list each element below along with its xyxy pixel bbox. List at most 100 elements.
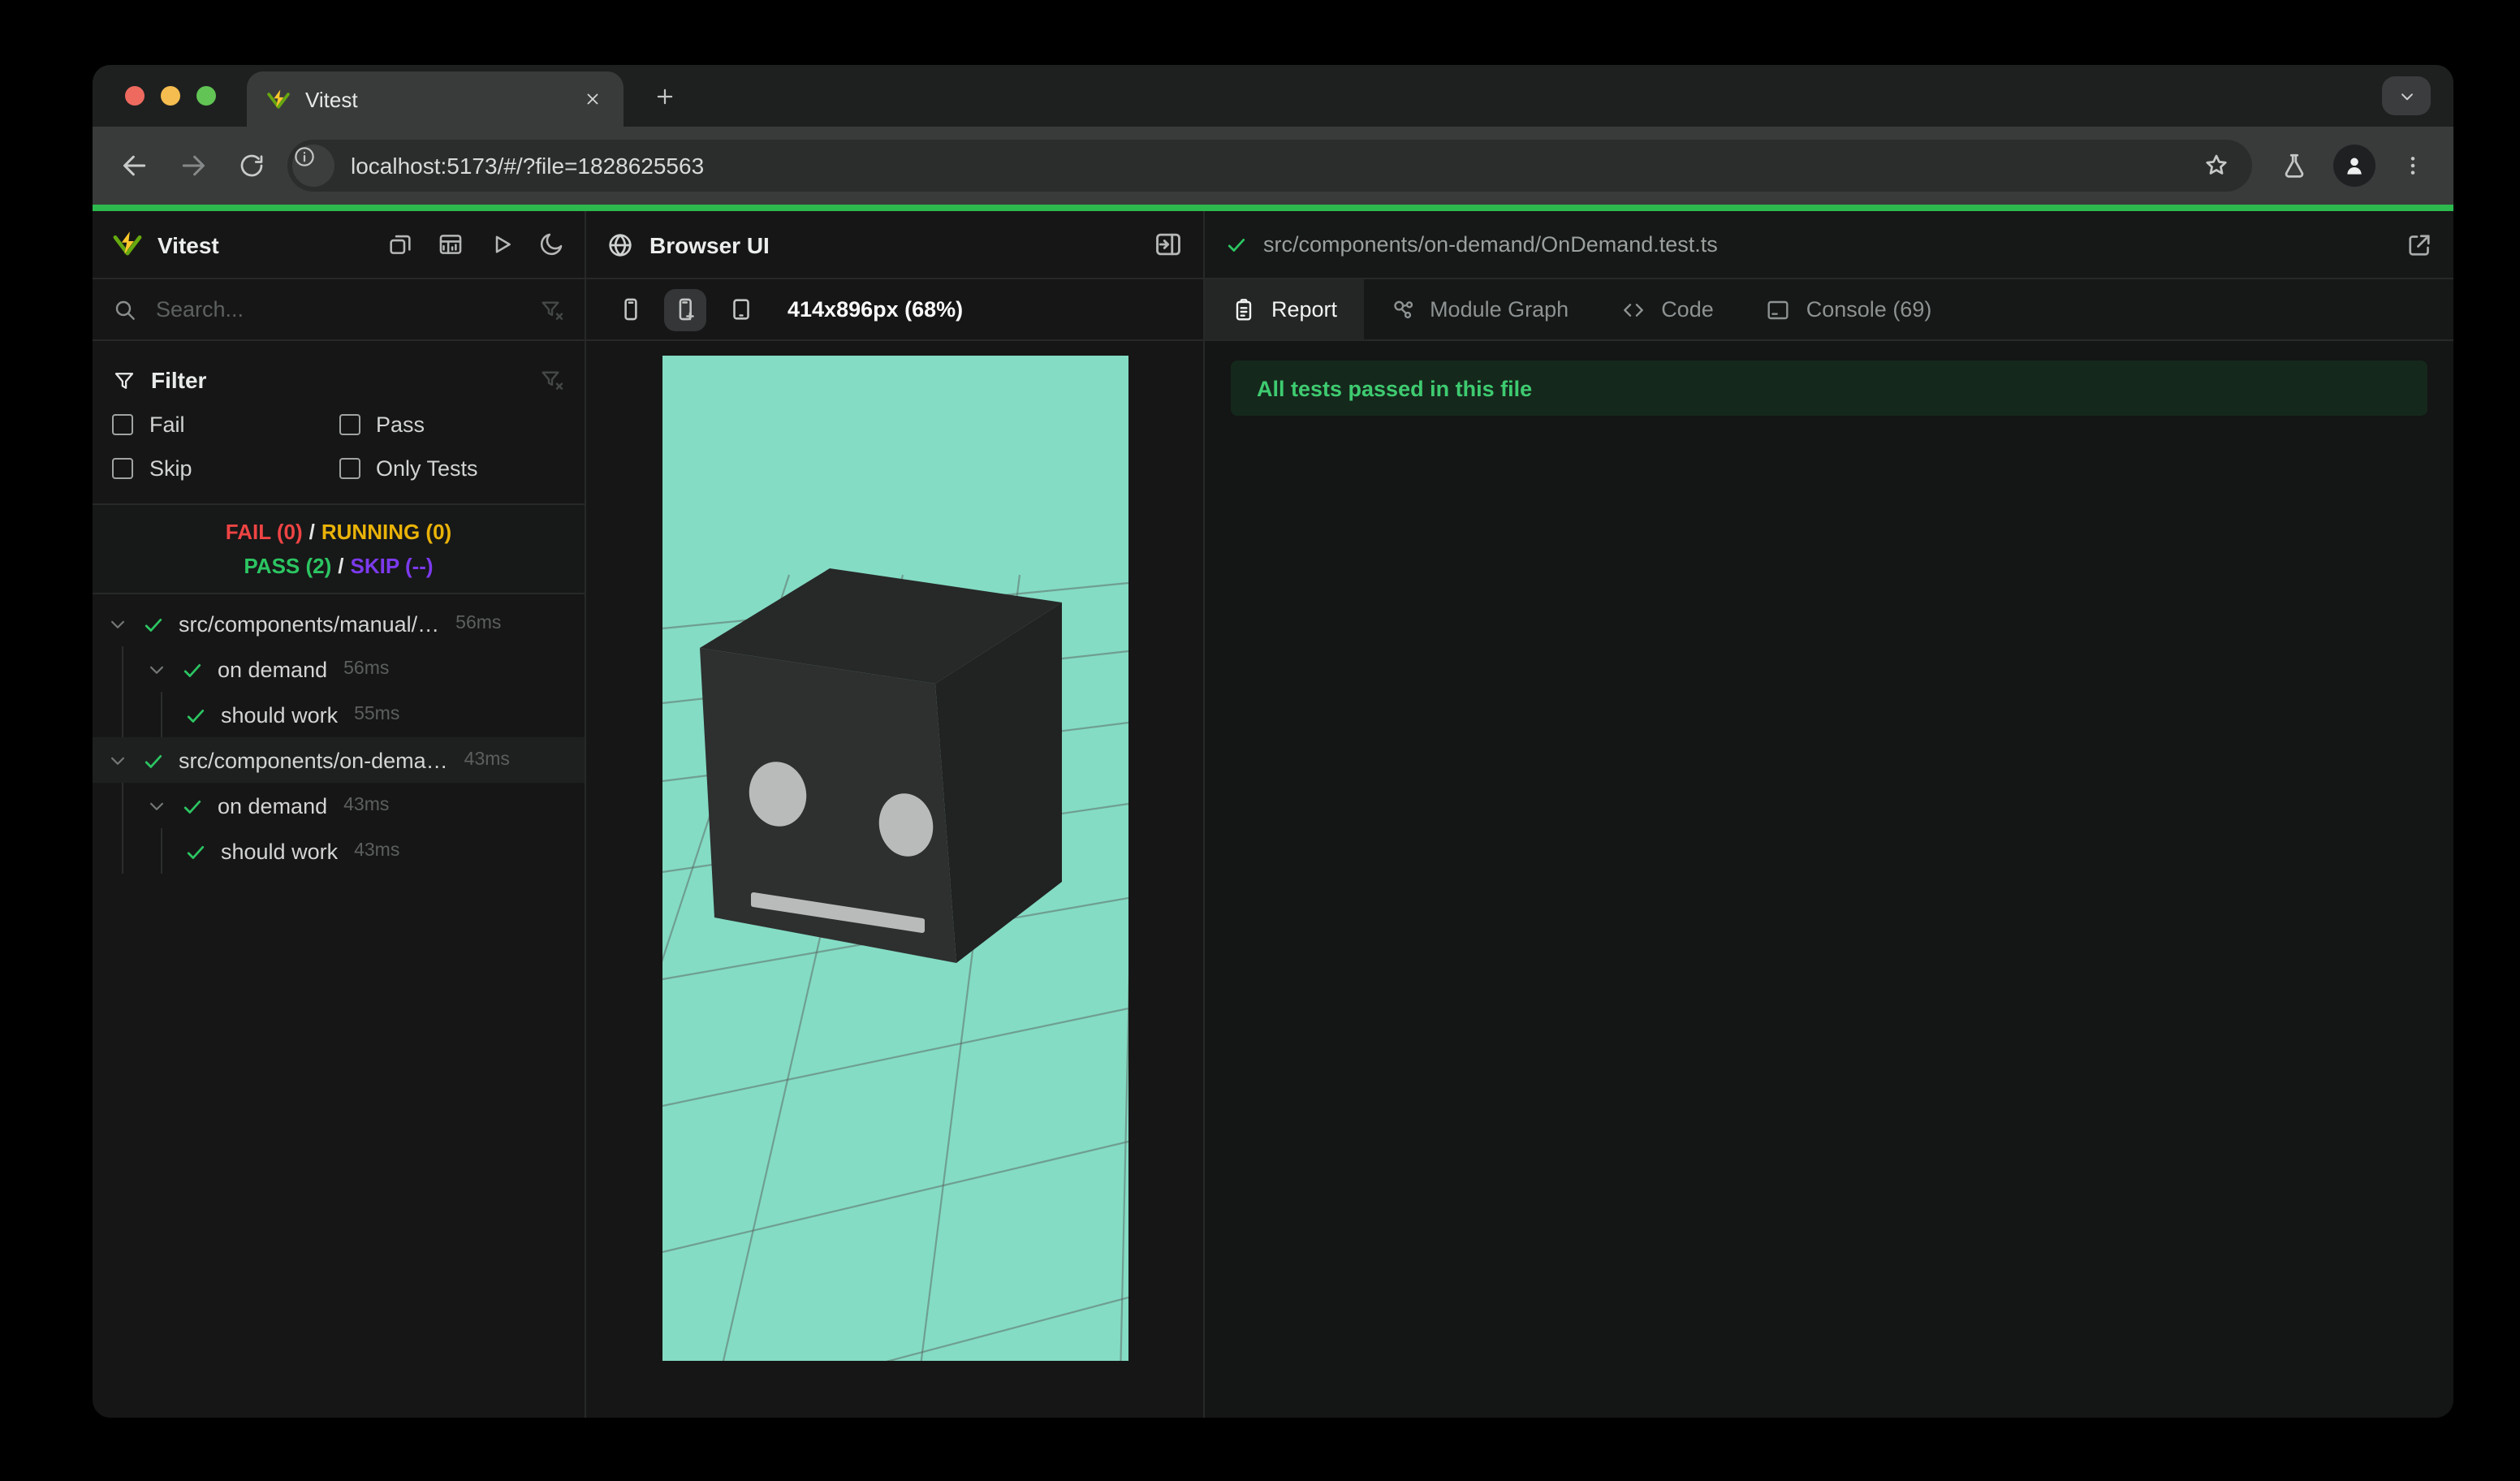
console-icon bbox=[1768, 300, 1789, 319]
search-icon bbox=[115, 300, 135, 319]
browser-panel-title: Browser UI bbox=[649, 231, 770, 257]
test-name: on demand bbox=[218, 793, 328, 818]
skip-count[interactable]: SKIP (--) bbox=[351, 554, 434, 578]
new-tab-button[interactable] bbox=[646, 78, 682, 114]
tab-search-button[interactable] bbox=[2382, 76, 2431, 115]
sidebar: Vitest Search... Filter Fail Pass Skip O… bbox=[93, 211, 586, 1418]
search-row bbox=[93, 279, 585, 341]
filter-option-label: Fail bbox=[149, 412, 185, 437]
chevron-down-icon bbox=[111, 620, 124, 628]
dashboard-icon[interactable] bbox=[435, 230, 464, 259]
url-input[interactable] bbox=[347, 151, 2187, 180]
checkbox bbox=[112, 414, 133, 435]
vitest-logo-icon bbox=[113, 231, 142, 256]
app-title: Vitest bbox=[158, 231, 219, 257]
moon-icon[interactable] bbox=[536, 230, 565, 259]
tab-label: Module Graph bbox=[1430, 297, 1569, 322]
screenshot-stage: Vitest localhost:5173/#/?file=1828625563… bbox=[0, 0, 2520, 1481]
report-tab-bar: Report Module Graph Code Console (69) bbox=[1205, 279, 2453, 341]
test-name: should work bbox=[221, 839, 339, 863]
filter-option-skip[interactable]: Skip bbox=[112, 456, 339, 481]
filter-option-fail[interactable]: Fail bbox=[112, 412, 339, 437]
device-button-smartphone-icon[interactable] bbox=[609, 288, 651, 330]
back-button[interactable] bbox=[115, 146, 154, 185]
site-info-icon[interactable] bbox=[292, 145, 334, 187]
summary-separator: / bbox=[338, 554, 344, 578]
filter-option-label: Skip bbox=[149, 456, 192, 481]
omnibox[interactable] bbox=[287, 140, 2252, 192]
window-controls bbox=[125, 86, 216, 106]
clear-filter-icon[interactable] bbox=[539, 367, 565, 393]
test-name: should work bbox=[221, 702, 339, 727]
browser-menu-icon[interactable] bbox=[2398, 151, 2427, 180]
zoom-window-button[interactable] bbox=[196, 86, 216, 106]
tab-label: Console (69) bbox=[1806, 297, 1932, 322]
summary-line-1: FAIL (0) / RUNNING (0) bbox=[93, 515, 585, 549]
browser-tab[interactable]: Vitest bbox=[247, 71, 624, 127]
external-link-icon[interactable] bbox=[2403, 229, 2434, 260]
running-count[interactable]: RUNNING (0) bbox=[321, 520, 451, 544]
filter-option-only-tests[interactable]: Only Tests bbox=[339, 456, 565, 481]
viewport-area bbox=[586, 341, 1203, 1418]
device-toolbar: 414x896px (68%) bbox=[586, 279, 1203, 341]
test-tree-row[interactable]: src/components/manual/… 56ms bbox=[93, 601, 585, 646]
reload-button[interactable] bbox=[232, 146, 271, 185]
test-name: on demand bbox=[218, 657, 328, 681]
check-icon bbox=[187, 845, 205, 858]
filter-section: Filter Fail Pass Skip Only Tests bbox=[93, 341, 585, 505]
browser-preview-scene bbox=[662, 568, 1128, 1361]
funnel-icon bbox=[114, 372, 134, 388]
fail-count[interactable]: FAIL (0) bbox=[226, 520, 303, 544]
check-icon bbox=[183, 663, 201, 676]
file-path: src/components/on-demand/OnDemand.test.t… bbox=[1263, 232, 1718, 257]
tab-module-graph[interactable]: Module Graph bbox=[1363, 279, 1594, 339]
summary-separator: / bbox=[309, 520, 315, 544]
profile-avatar[interactable] bbox=[2333, 145, 2375, 187]
indent-guide bbox=[122, 646, 123, 692]
test-tree-row[interactable]: should work 43ms bbox=[93, 828, 585, 874]
report-panel: src/components/on-demand/OnDemand.test.t… bbox=[1205, 211, 2453, 1418]
test-tree-row[interactable]: on demand 43ms bbox=[93, 783, 585, 828]
filter-options: Fail Pass Skip Only Tests bbox=[112, 412, 565, 481]
tab-report[interactable]: Report bbox=[1205, 279, 1364, 339]
checkbox bbox=[112, 458, 133, 479]
close-tab-icon[interactable] bbox=[578, 84, 607, 114]
pass-count[interactable]: PASS (2) bbox=[244, 554, 331, 578]
tab-console-69[interactable]: Console (69) bbox=[1740, 279, 1958, 339]
browser-panel: Browser UI 414x896px (68%) bbox=[586, 211, 1205, 1418]
indent-guide bbox=[122, 692, 123, 737]
tab-code[interactable]: Code bbox=[1594, 279, 1740, 339]
check-icon bbox=[145, 754, 162, 767]
chevron-down-icon bbox=[150, 665, 163, 673]
clear-search-filter-icon[interactable] bbox=[539, 296, 565, 322]
restore-windows-icon[interactable] bbox=[385, 230, 414, 259]
chevron-down-icon bbox=[111, 756, 124, 764]
device-button-smartphone-add-icon[interactable] bbox=[664, 288, 706, 330]
experiments-flask-icon[interactable] bbox=[2278, 149, 2311, 182]
test-tree-row[interactable]: on demand 56ms bbox=[93, 646, 585, 692]
tab-label: Code bbox=[1661, 297, 1714, 322]
chevron-down-icon bbox=[150, 801, 163, 810]
test-tree-row[interactable]: src/components/on-dema… 43ms bbox=[93, 737, 585, 783]
test-progress-bar bbox=[93, 205, 2453, 211]
test-tree: src/components/manual/… 56ms on demand 56ms… bbox=[93, 594, 585, 1418]
filter-option-label: Pass bbox=[376, 412, 425, 437]
browser-preview-viewport bbox=[662, 356, 1128, 1361]
open-in-panel-icon[interactable] bbox=[1151, 228, 1184, 261]
close-window-button[interactable] bbox=[125, 86, 145, 106]
run-all-icon[interactable] bbox=[485, 230, 515, 259]
test-tree-row[interactable]: should work 55ms bbox=[93, 692, 585, 737]
check-icon bbox=[1228, 239, 1245, 252]
indent-guide bbox=[122, 828, 123, 874]
viewport-size-label: 414x896px (68%) bbox=[788, 297, 964, 322]
vitest-ui: Vitest Search... Filter Fail Pass Skip O… bbox=[93, 211, 2453, 1418]
bookmark-star-icon[interactable] bbox=[2200, 149, 2233, 182]
checkbox bbox=[339, 414, 360, 435]
minimize-window-button[interactable] bbox=[161, 86, 180, 106]
forward-button[interactable] bbox=[174, 146, 213, 185]
filter-option-pass[interactable]: Pass bbox=[339, 412, 565, 437]
search-input[interactable] bbox=[153, 296, 524, 323]
device-button-tablet-icon[interactable] bbox=[719, 288, 762, 330]
report-content: All tests passed in this file bbox=[1205, 341, 2453, 1418]
indent-guide bbox=[122, 783, 123, 828]
